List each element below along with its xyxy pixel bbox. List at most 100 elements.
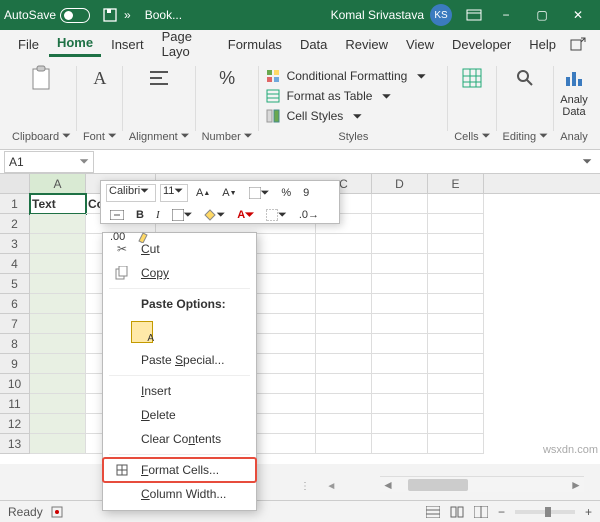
font-color-icon[interactable]: A⏷: [233, 206, 258, 224]
comma-icon[interactable]: 9: [299, 184, 313, 202]
ribbon-mode-icon[interactable]: [460, 9, 488, 21]
cond-fmt-icon: [265, 68, 281, 84]
italic-button[interactable]: I: [152, 206, 164, 224]
font-size-select[interactable]: 11⏷: [160, 184, 188, 202]
number-icon[interactable]: %: [213, 64, 241, 92]
cell-a1[interactable]: Text: [30, 194, 86, 214]
tab-home[interactable]: Home: [49, 31, 101, 57]
cellstyles-icon: [265, 108, 281, 124]
row-header[interactable]: 6: [0, 294, 30, 314]
editing-icon[interactable]: [511, 64, 539, 92]
scrollbar-thumb[interactable]: [408, 479, 468, 491]
decrease-font-icon[interactable]: A▼: [218, 184, 240, 202]
context-paste-special[interactable]: Paste Special...: [103, 348, 256, 372]
alignment-icon[interactable]: [145, 64, 173, 92]
copy-label: Copy: [141, 266, 169, 280]
formula-expand-icon[interactable]: ⏷: [574, 154, 600, 169]
merge-icon[interactable]: [106, 206, 128, 224]
percent-icon[interactable]: %: [277, 184, 295, 202]
minimize-button[interactable]: −: [488, 0, 524, 30]
paste-all-icon: [131, 321, 153, 343]
format-cells-icon: [113, 463, 131, 477]
row-header[interactable]: 9: [0, 354, 30, 374]
analyze-data-icon[interactable]: [560, 64, 588, 92]
accounting-format-icon[interactable]: ⏷: [245, 184, 274, 202]
macro-record-icon[interactable]: [51, 506, 63, 518]
bold-button[interactable]: B: [132, 206, 148, 224]
font-icon[interactable]: A: [86, 64, 114, 92]
fill-color-icon[interactable]: ⏷: [200, 206, 229, 224]
context-clear-contents[interactable]: Clear Contents: [103, 427, 256, 451]
save-icon[interactable]: [102, 7, 118, 23]
cells-icon[interactable]: [458, 64, 486, 92]
tab-help[interactable]: Help: [521, 33, 564, 56]
zoom-slider[interactable]: [515, 510, 575, 514]
col-header-d[interactable]: D: [372, 174, 428, 193]
row-header[interactable]: 8: [0, 334, 30, 354]
decrease-decimal-icon[interactable]: .0→: [295, 206, 323, 224]
row-header[interactable]: 4: [0, 254, 30, 274]
clipboard-icon[interactable]: [27, 64, 55, 92]
tab-developer[interactable]: Developer: [444, 33, 519, 56]
conditional-formatting-button[interactable]: Conditional Formatting ⏷: [265, 68, 427, 84]
view-page-break-icon[interactable]: [474, 506, 488, 518]
sheet-scroll-dots[interactable]: ⋮ ◄: [300, 481, 348, 492]
autosave-toggle[interactable]: AutoSave: [4, 8, 90, 23]
font-name-select[interactable]: Calibri⏷: [106, 184, 156, 202]
tab-view[interactable]: View: [398, 33, 442, 56]
group-number: % Number ⏷: [196, 60, 259, 149]
row-header[interactable]: 7: [0, 314, 30, 334]
row-header[interactable]: 13: [0, 434, 30, 454]
context-insert[interactable]: Insert: [103, 379, 256, 403]
increase-decimal-icon[interactable]: .00: [106, 228, 129, 246]
cond-fmt-label: Conditional Formatting: [287, 69, 408, 83]
scroll-left-icon[interactable]: ◄: [380, 478, 396, 492]
increase-font-icon[interactable]: A▲: [192, 184, 214, 202]
select-all-corner[interactable]: [0, 174, 30, 194]
ribbon: Clipboard ⏷ A Font ⏷ Alignment ⏷ % Numbe…: [0, 58, 600, 150]
status-bar: Ready − +: [0, 500, 600, 522]
row-header[interactable]: 10: [0, 374, 30, 394]
tab-page-layout[interactable]: Page Layo: [154, 25, 218, 63]
format-painter-icon[interactable]: [133, 228, 153, 246]
col-header-e[interactable]: E: [428, 174, 484, 193]
user-avatar[interactable]: KS: [430, 4, 452, 26]
group-font: A Font ⏷: [77, 60, 123, 149]
zoom-in-icon[interactable]: +: [585, 505, 592, 519]
row-header[interactable]: 3: [0, 234, 30, 254]
tab-file[interactable]: File: [10, 33, 47, 56]
row-header[interactable]: 5: [0, 274, 30, 294]
horizontal-scrollbar[interactable]: ◄ ►: [380, 476, 584, 492]
view-page-layout-icon[interactable]: [450, 506, 464, 518]
alignment-label: Alignment: [129, 131, 178, 143]
context-format-cells[interactable]: Format Cells...: [103, 458, 256, 482]
row-header[interactable]: 1: [0, 194, 30, 214]
borders-icon[interactable]: ⏷: [262, 206, 291, 224]
row-header[interactable]: 11: [0, 394, 30, 414]
tab-data[interactable]: Data: [292, 33, 335, 56]
tab-insert[interactable]: Insert: [103, 33, 152, 56]
view-normal-icon[interactable]: [426, 506, 440, 518]
border-icon[interactable]: ⏷: [168, 206, 197, 224]
scroll-right-icon[interactable]: ►: [568, 478, 584, 492]
context-copy[interactable]: Copy: [103, 261, 256, 285]
cell-styles-button[interactable]: Cell Styles ⏷: [265, 108, 363, 124]
col-header-a[interactable]: A: [30, 174, 86, 193]
share-button[interactable]: [566, 32, 590, 56]
context-column-width[interactable]: Column Width...: [103, 482, 256, 506]
tab-review[interactable]: Review: [337, 33, 396, 56]
paste-option-all[interactable]: [103, 316, 256, 348]
zoom-out-icon[interactable]: −: [498, 505, 505, 519]
paste-options-label: Paste Options:: [141, 297, 226, 311]
toggle-off-icon: [60, 8, 90, 23]
row-header[interactable]: 2: [0, 214, 30, 234]
close-button[interactable]: ✕: [560, 0, 596, 30]
format-as-table-button[interactable]: Format as Table ⏷: [265, 88, 392, 104]
maximize-button[interactable]: ▢: [524, 0, 560, 30]
tab-formulas[interactable]: Formulas: [220, 33, 290, 56]
name-box[interactable]: A1⏷: [4, 151, 94, 173]
context-delete[interactable]: Delete: [103, 403, 256, 427]
font-label: Font: [83, 131, 105, 143]
row-header[interactable]: 12: [0, 414, 30, 434]
more-qa-icon[interactable]: »: [124, 8, 131, 22]
